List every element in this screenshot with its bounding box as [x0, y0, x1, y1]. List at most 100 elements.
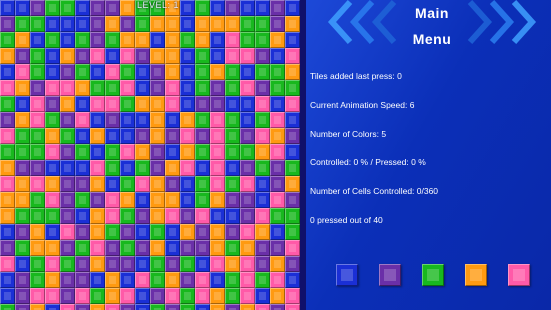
board-cell [150, 288, 165, 304]
board-cell [30, 112, 45, 128]
board-cell [270, 80, 285, 96]
board-cell [0, 176, 15, 192]
board-cell [15, 48, 30, 64]
board-cell [285, 80, 300, 96]
board-cell [60, 160, 75, 176]
board-cell [255, 272, 270, 288]
board-cell [75, 64, 90, 80]
board-cell [15, 192, 30, 208]
board-cell [135, 176, 150, 192]
board-cell [240, 32, 255, 48]
board-cell [30, 176, 45, 192]
board-cell [60, 208, 75, 224]
board-cell [285, 32, 300, 48]
board-cell [210, 224, 225, 240]
animation-speed-stat: Current Animation Speed: 6 [310, 100, 415, 110]
board-cell [165, 176, 180, 192]
main-menu-button[interactable]: Main Menu [402, 3, 462, 49]
color-button-purple[interactable] [379, 264, 401, 286]
board-cell [210, 128, 225, 144]
board-cell [180, 96, 195, 112]
board-cell [120, 64, 135, 80]
board-cell [30, 32, 45, 48]
board-cell [120, 256, 135, 272]
board-cell [135, 160, 150, 176]
board-cell [0, 160, 15, 176]
board-cell [105, 160, 120, 176]
board-cell [225, 192, 240, 208]
board-cell [90, 64, 105, 80]
board-cell [105, 32, 120, 48]
board-cell [0, 96, 15, 112]
board-cell [45, 112, 60, 128]
board-cell [240, 16, 255, 32]
board-cell [270, 256, 285, 272]
color-button-blue[interactable] [336, 264, 358, 286]
board-cell [60, 272, 75, 288]
board-cell [90, 160, 105, 176]
board-cell [105, 64, 120, 80]
board-cell [105, 112, 120, 128]
board-cell [210, 32, 225, 48]
board-cell [150, 64, 165, 80]
board-cell [15, 208, 30, 224]
board-cell [285, 128, 300, 144]
board-cell [240, 224, 255, 240]
board-cell [60, 32, 75, 48]
board-cell [75, 176, 90, 192]
board-cell [60, 0, 75, 16]
board-cell [210, 272, 225, 288]
board-cell [120, 192, 135, 208]
board-cell [195, 304, 210, 310]
board-cell [270, 240, 285, 256]
board-cell [30, 208, 45, 224]
board-cell [285, 240, 300, 256]
game-board[interactable] [0, 0, 306, 310]
board-cell [120, 176, 135, 192]
board-cell [90, 144, 105, 160]
board-cell [195, 144, 210, 160]
board-cell [180, 272, 195, 288]
board-cell [135, 64, 150, 80]
board-cell [0, 208, 15, 224]
board-cell [30, 272, 45, 288]
board-cell [210, 112, 225, 128]
board-cell [105, 96, 120, 112]
color-button-orange[interactable] [465, 264, 487, 286]
board-cell [120, 80, 135, 96]
board-cell [0, 32, 15, 48]
board-cell [150, 176, 165, 192]
board-cell [0, 112, 15, 128]
board-cell [60, 96, 75, 112]
board-cell [180, 192, 195, 208]
color-button-green[interactable] [422, 264, 444, 286]
board-cell [150, 80, 165, 96]
board-cell [225, 256, 240, 272]
board-cell [120, 224, 135, 240]
menu-label-line2: Menu [412, 31, 452, 47]
board-cell [240, 64, 255, 80]
board-cell [135, 208, 150, 224]
board-cell [135, 224, 150, 240]
board-cell [195, 272, 210, 288]
board-cell [150, 256, 165, 272]
board-cell [120, 112, 135, 128]
board-cell [225, 0, 240, 16]
board-cell [225, 32, 240, 48]
board-cell [150, 272, 165, 288]
board-cell [15, 288, 30, 304]
board-cell [30, 288, 45, 304]
board-cell [90, 32, 105, 48]
board-cell [165, 160, 180, 176]
board-cell [255, 304, 270, 310]
board-cell [60, 192, 75, 208]
board-cell [90, 80, 105, 96]
color-button-pink[interactable] [508, 264, 530, 286]
cells-controlled-stat: Number of Cells Controlled: 0/360 [310, 186, 439, 196]
board-cell [270, 96, 285, 112]
board-cell [255, 48, 270, 64]
board-cell [210, 208, 225, 224]
board-cell [285, 176, 300, 192]
board-cell [270, 304, 285, 310]
board-cell [165, 96, 180, 112]
